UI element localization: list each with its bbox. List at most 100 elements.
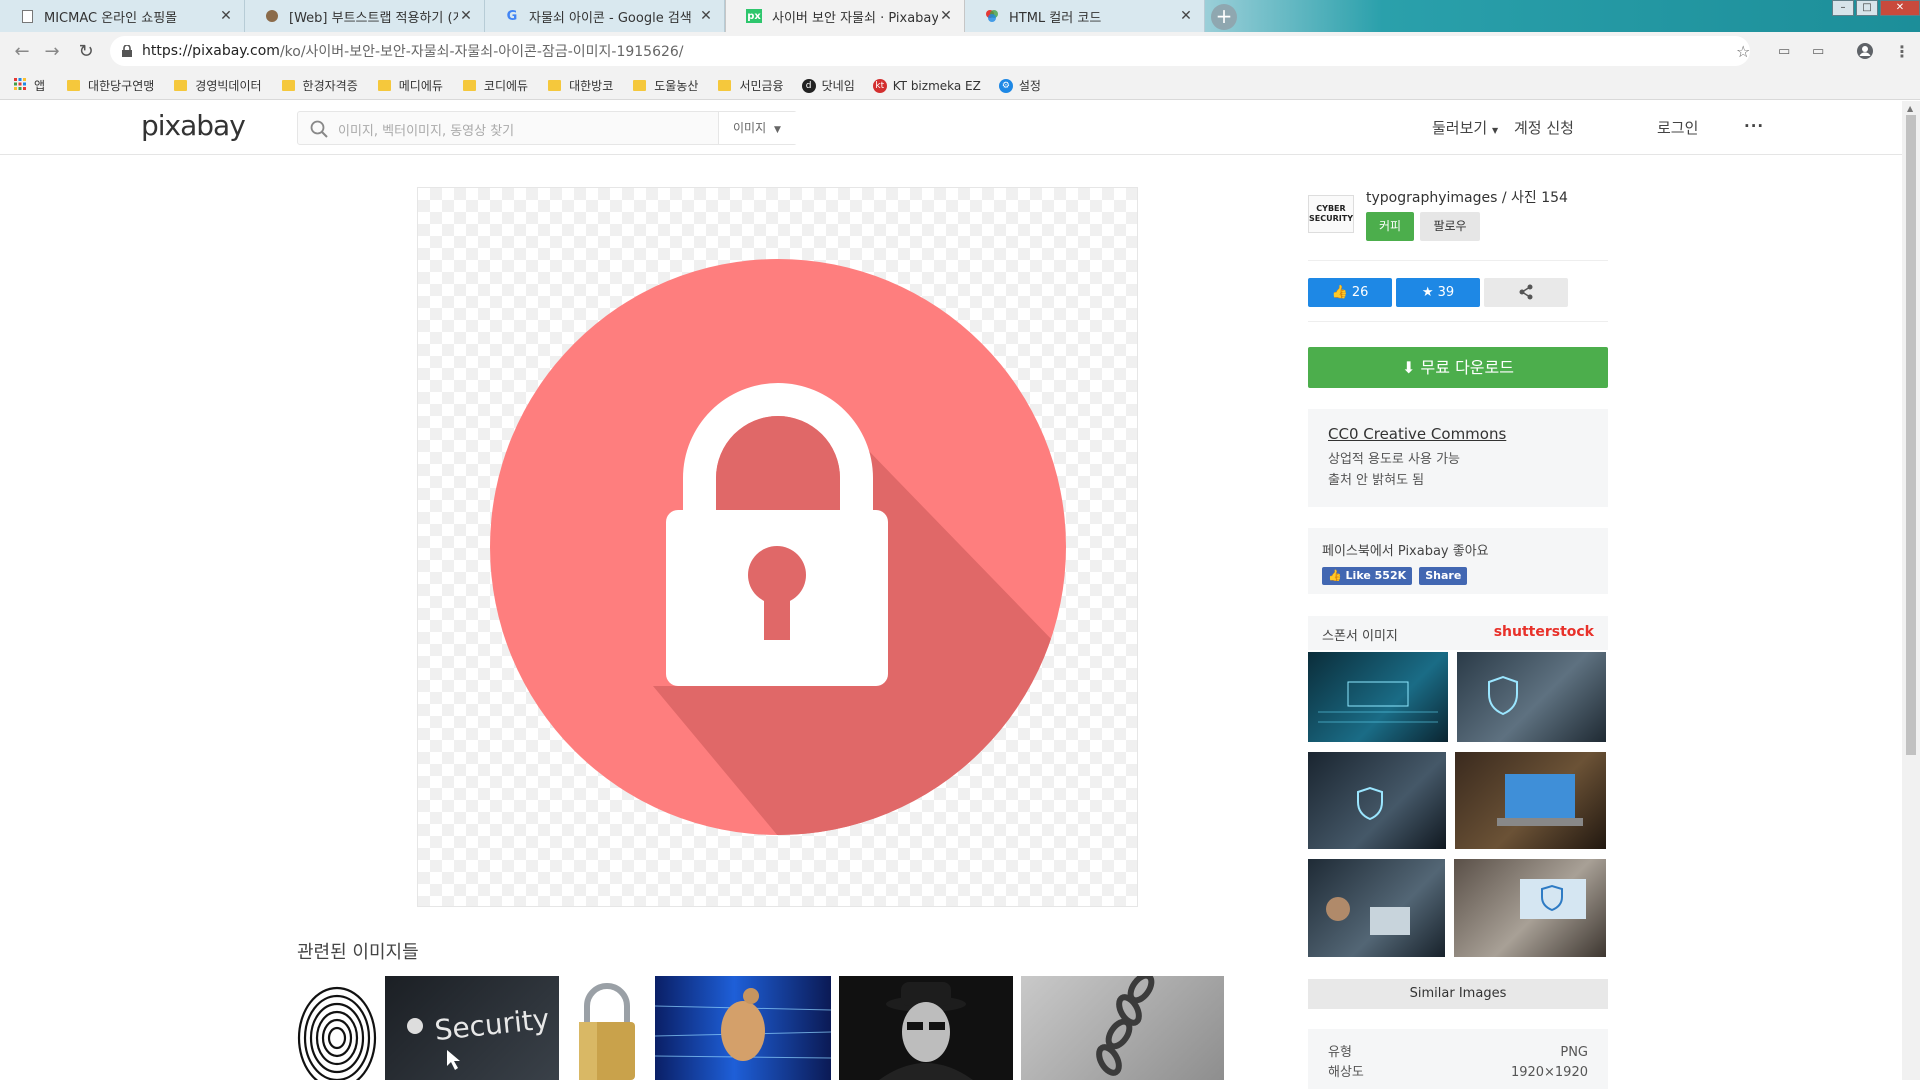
close-icon[interactable]: ✕ <box>1178 8 1194 24</box>
fb-like-label: Like 552K <box>1345 569 1407 582</box>
bookmark-folder[interactable]: 서민금융 <box>718 77 784 94</box>
facebook-box: 페이스북에서 Pixabay 좋아요 👍 Like 552K Share <box>1308 528 1608 594</box>
bookmark-star-icon[interactable]: ☆ <box>1736 42 1750 61</box>
scrollbar-thumb[interactable] <box>1906 115 1916 755</box>
sponsor-header: 스폰서 이미지 shutterstock <box>1308 616 1608 650</box>
like-count: 26 <box>1351 285 1369 300</box>
brass-padlock-icon <box>579 983 635 1080</box>
folder-icon <box>67 80 81 91</box>
maximize-button[interactable]: □ <box>1856 0 1878 16</box>
related-thumb-hat-man[interactable] <box>839 976 1013 1080</box>
tab-html-color[interactable]: HTML 컬러 코드 ✕ <box>965 0 1205 32</box>
bookmark-label: 닷네임 <box>821 79 855 93</box>
more-menu-icon[interactable]: ··· <box>1744 117 1764 135</box>
bookmark-folder[interactable]: 한경자격증 <box>281 77 358 94</box>
sponsor-image[interactable] <box>1308 752 1446 849</box>
bookmark-dotname[interactable]: d 닷네임 <box>801 77 855 94</box>
bookmark-folder[interactable]: 대한방코 <box>548 77 613 94</box>
tab-micmac[interactable]: MICMAC 온라인 쇼핑몰 ✕ <box>0 0 245 32</box>
free-download-button[interactable]: ⬇ 무료 다운로드 <box>1308 347 1608 388</box>
star-icon: ★ <box>1421 285 1434 300</box>
nav-signup[interactable]: 계정 신청 <box>1514 117 1574 138</box>
bookmark-kt[interactable]: kt KT bizmeka EZ <box>872 78 981 93</box>
fb-share-button[interactable]: Share <box>1419 567 1468 585</box>
address-bar[interactable]: https://pixabay.com/ko/사이버-보안-보안-자물쇠-자물쇠… <box>110 36 1750 66</box>
close-icon[interactable]: ✕ <box>698 8 714 24</box>
scroll-up-icon[interactable]: ▲ <box>1907 104 1913 113</box>
similar-images-button[interactable]: Similar Images <box>1308 979 1608 1009</box>
bookmark-apps[interactable]: 앱 <box>14 77 45 94</box>
kt-icon: kt <box>872 78 887 93</box>
profile-icon[interactable] <box>1856 42 1874 64</box>
search-input[interactable]: 이미지, 벡터이미지, 동영상 찾기 <box>338 120 514 139</box>
cast-icon[interactable]: ▭ <box>1812 44 1824 59</box>
favorite-count: 39 <box>1437 285 1455 300</box>
url-path: /ko/사이버-보안-보안-자물쇠-자물쇠-아이콘-잠금-이미지-1915626… <box>279 44 684 60</box>
related-thumb-fingerprint[interactable] <box>297 976 377 1080</box>
favorite-button[interactable]: ★ 39 <box>1396 278 1480 307</box>
bookmark-folder[interactable]: 경영빅데이터 <box>174 77 262 94</box>
close-icon[interactable]: ✕ <box>458 8 474 24</box>
folder-icon <box>281 80 295 91</box>
shutterstock-logo[interactable]: shutterstock <box>1494 624 1594 640</box>
sponsor-image[interactable] <box>1454 859 1606 957</box>
related-thumb-security-key[interactable]: Security <box>385 976 559 1080</box>
shield-icon <box>1488 675 1518 716</box>
window-controls: – □ ✕ <box>1830 0 1920 16</box>
chain-icon <box>1096 976 1155 1076</box>
bookmark-settings[interactable]: ⚙ 설정 <box>998 77 1041 94</box>
new-tab-button[interactable]: + <box>1211 4 1237 30</box>
pixabay-logo[interactable]: pixabay <box>141 109 246 142</box>
tab-title: 자물쇠 아이콘 - Google 검색 <box>529 10 692 26</box>
sponsor-image[interactable] <box>1455 752 1606 849</box>
avatar[interactable]: CYBER SECURITY <box>1308 195 1354 233</box>
author-photo-count[interactable]: / 사진 154 <box>1502 190 1568 206</box>
search-icon <box>310 120 328 142</box>
like-button[interactable]: 👍 26 <box>1308 278 1392 307</box>
window-close-button[interactable]: ✕ <box>1880 0 1920 16</box>
forward-icon[interactable]: → <box>40 40 64 64</box>
search-box[interactable]: 이미지, 벡터이미지, 동영상 찾기 이미지 ▼ <box>297 111 798 145</box>
page-scrollbar[interactable]: ▲ <box>1902 101 1920 1080</box>
bookmark-label: 메디에듀 <box>398 79 443 93</box>
sponsor-image[interactable] <box>1308 652 1448 742</box>
folder-icon <box>377 80 391 91</box>
nav-explore[interactable]: 둘러보기 ▼ <box>1432 117 1498 138</box>
apps-grid-icon <box>14 78 26 93</box>
bookmark-folder[interactable]: 대한당구연맹 <box>67 77 154 94</box>
license-link[interactable]: CC0 Creative Commons <box>1328 425 1588 443</box>
bookmark-folder[interactable]: 코디에듀 <box>462 77 528 94</box>
author-name-link[interactable]: typographyimages <box>1366 190 1497 206</box>
reaction-buttons: 👍 26 ★ 39 <box>1308 278 1608 322</box>
bookmark-folder[interactable]: 도울농산 <box>633 77 698 94</box>
fb-like-button[interactable]: 👍 Like 552K <box>1322 567 1413 585</box>
share-button[interactable] <box>1484 278 1568 307</box>
menu-dots-icon[interactable]: ⋮ <box>1894 42 1910 61</box>
back-icon[interactable]: ← <box>10 40 34 64</box>
bookmark-folder[interactable]: 메디에듀 <box>377 77 443 94</box>
tab-google[interactable]: G 자물쇠 아이콘 - Google 검색 ✕ <box>485 0 725 32</box>
laptop-security-icon <box>1520 879 1586 919</box>
sponsor-image[interactable] <box>1457 652 1606 742</box>
pixabay-favicon-icon: px <box>746 9 762 23</box>
coffee-button[interactable]: 커피 <box>1366 212 1414 241</box>
related-thumb-chain[interactable] <box>1021 976 1224 1080</box>
minimize-button[interactable]: – <box>1832 0 1854 16</box>
main-image[interactable] <box>417 187 1138 907</box>
related-thumb-brass-padlock[interactable] <box>567 976 647 1080</box>
follow-button[interactable]: 팔로우 <box>1420 212 1480 241</box>
close-icon[interactable]: ✕ <box>938 8 954 24</box>
extension-icon[interactable]: ▭ <box>1778 44 1790 59</box>
close-icon[interactable]: ✕ <box>218 8 234 24</box>
search-type-select[interactable]: 이미지 ▼ <box>718 112 798 144</box>
reload-icon[interactable]: ↻ <box>74 40 98 64</box>
tab-pixabay[interactable]: px 사이버 보안 자물쇠 · Pixabay의 ✕ <box>725 0 965 32</box>
related-thumb-cyber-runner[interactable] <box>655 976 831 1080</box>
sponsor-image[interactable] <box>1308 859 1445 957</box>
nav-login[interactable]: 로그인 <box>1657 117 1698 138</box>
download-label: 무료 다운로드 <box>1420 358 1514 377</box>
svg-text:Security: Security <box>433 1002 551 1047</box>
bookmark-label: 서민금융 <box>739 79 784 93</box>
tab-bootstrap[interactable]: [Web] 부트스트랩 적용하기 (게 ✕ <box>245 0 485 32</box>
nav-explore-label: 둘러보기 <box>1432 119 1488 137</box>
